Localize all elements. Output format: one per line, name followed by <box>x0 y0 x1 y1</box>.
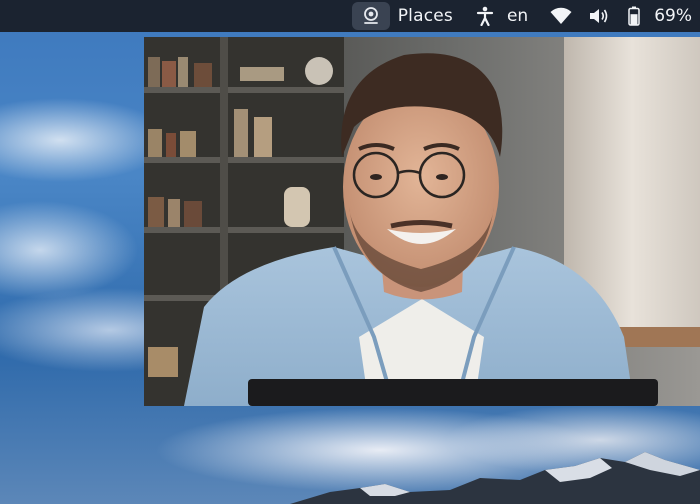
keyboard-language[interactable]: en <box>507 0 528 32</box>
top-bar: Places en 69% <box>0 0 700 32</box>
webcam-video-window[interactable] <box>144 37 700 406</box>
volume-icon[interactable] <box>586 0 612 32</box>
accessibility-icon[interactable] <box>473 0 497 32</box>
webcam-video-frame <box>144 37 700 406</box>
places-menu[interactable]: Places <box>398 0 453 32</box>
battery-icon[interactable] <box>624 0 644 32</box>
battery-percentage[interactable]: 69% <box>654 0 692 32</box>
webcam-indicator-icon[interactable] <box>351 2 390 30</box>
wifi-icon[interactable] <box>548 0 574 32</box>
